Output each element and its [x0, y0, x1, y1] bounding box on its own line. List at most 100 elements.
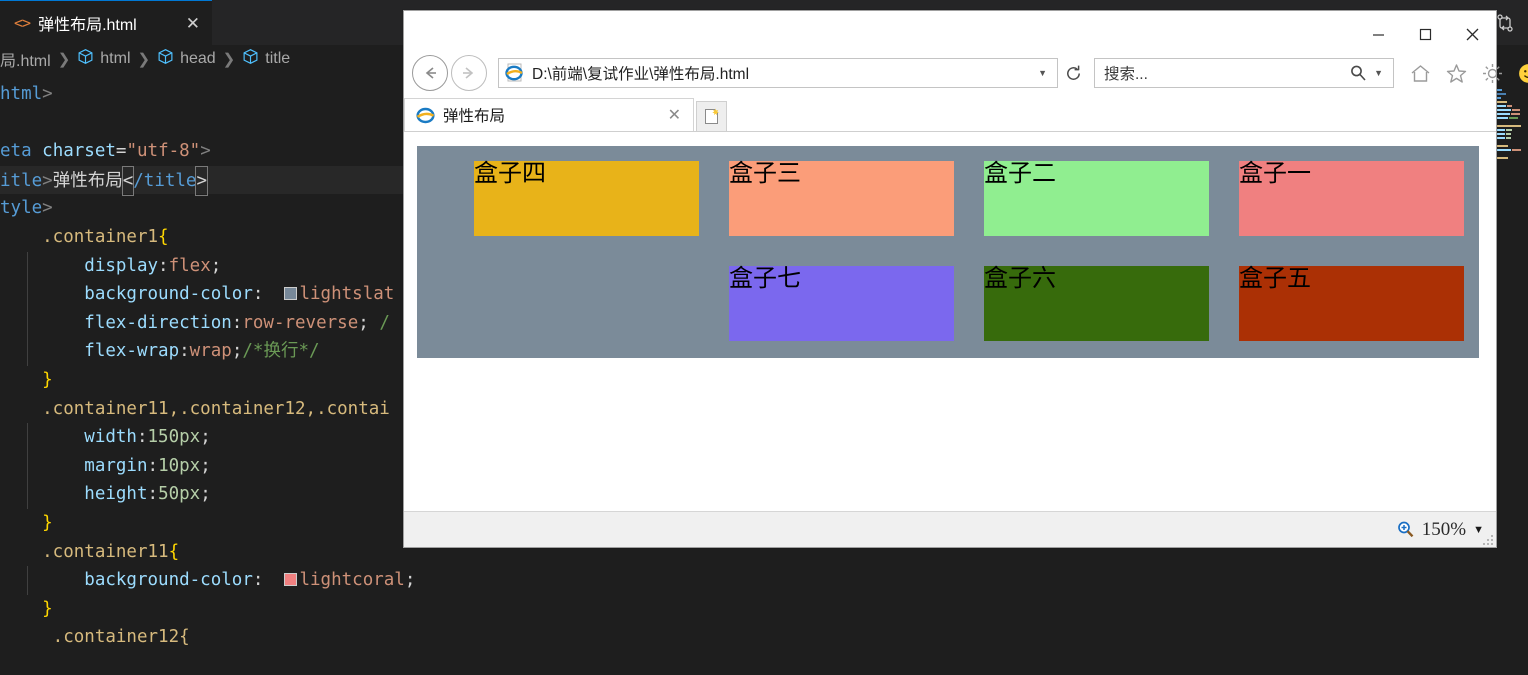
address-value: D:\前端\复试作业\弹性布局.html: [532, 66, 750, 83]
address-bar[interactable]: D:\前端\复试作业\弹性布局.html ▼: [498, 58, 1058, 88]
minimap-segment: [1509, 117, 1518, 119]
flex-box-2: 盒子二: [984, 160, 1209, 236]
code-token: .container11,.container12,.contai: [0, 398, 390, 419]
color-swatch: [284, 573, 298, 587]
minimap-segment: [1506, 137, 1511, 139]
minimap-segment: [1511, 113, 1520, 115]
line-container12-open: .container12{: [0, 623, 1490, 652]
minimap-segment: [1506, 133, 1511, 135]
indent-guide: [27, 423, 28, 452]
code-token: 150px: [147, 427, 201, 448]
code-token: ;: [200, 427, 211, 448]
code-token: flex-direction: [0, 312, 232, 333]
indent-guide: [27, 308, 28, 338]
breadcrumb-label: title: [265, 50, 291, 67]
minimap-segment: [1512, 149, 1521, 151]
back-arrow-icon[interactable]: [412, 55, 448, 91]
minimap-segment: [1497, 109, 1511, 111]
indent-guide: [27, 566, 28, 595]
flex-box-7: 盒子七: [729, 265, 954, 341]
browser-status-bar: 150% ▼: [404, 511, 1496, 547]
code-token: 10px: [158, 455, 201, 476]
code-token: ;: [358, 312, 380, 333]
zoom-level-label: 150%: [1421, 518, 1467, 540]
breadcrumb-item-head[interactable]: head: [157, 48, 216, 70]
browser-navigation-bar: D:\前端\复试作业\弹性布局.html ▼ 搜索... ▼: [404, 49, 1528, 97]
line-bg-lightcoral: background-color: lightcoral;: [0, 566, 1490, 595]
flex-container: 盒子一 盒子二 盒子三 盒子四盒子五 盒子六 盒子七: [417, 146, 1479, 358]
minimap-segment: [1497, 113, 1510, 115]
indent-guide: [27, 251, 28, 281]
minimap-segment: [1495, 125, 1521, 127]
code-token: :: [179, 341, 190, 362]
search-placeholder: 搜索...: [1104, 66, 1148, 83]
breadcrumb-separator-icon: ❯: [57, 51, 71, 68]
flex-box-4: 盒子四: [474, 160, 699, 236]
code-token: >: [42, 84, 53, 104]
breadcrumb-item-html[interactable]: html: [77, 48, 131, 70]
minimap-segment: [1497, 149, 1511, 151]
code-token: ;: [210, 255, 222, 276]
code-token: }: [0, 369, 53, 390]
code-token: row-reverse: [242, 312, 359, 333]
code-token: margin: [0, 455, 148, 476]
minimap-segment: [1497, 137, 1505, 139]
code-token: :: [147, 455, 159, 476]
code-token: height: [0, 484, 148, 505]
breadcrumb-item-file[interactable]: 局.html: [0, 47, 51, 71]
code-token: {: [158, 226, 169, 247]
editor-tab-弹性布局[interactable]: <> 弹性布局.html ✕: [0, 0, 212, 45]
code-token: /*换行*/: [242, 341, 320, 362]
code-token: "utf-8": [126, 141, 201, 162]
browser-tab-strip: 弹性布局 ✕: [404, 97, 1496, 131]
code-token: eta: [0, 141, 43, 162]
code-token: display: [0, 255, 159, 276]
symbol-cube-icon: [77, 48, 94, 70]
forward-arrow-icon[interactable]: [451, 55, 487, 91]
zoom-in-icon[interactable]: [1396, 520, 1415, 539]
code-token: :: [252, 570, 285, 591]
code-token: :: [231, 312, 243, 333]
flex-box-6: 盒子六: [984, 265, 1209, 341]
breadcrumb: 局.html ❯ html ❯ head ❯ title: [0, 45, 290, 73]
code-token: ;: [200, 484, 211, 505]
browser-tab-弹性布局[interactable]: 弹性布局 ✕: [404, 98, 694, 131]
chevron-down-icon[interactable]: ▼: [1038, 68, 1047, 78]
code-token: 50px: [158, 484, 201, 505]
chevron-down-icon[interactable]: ▼: [1374, 68, 1383, 78]
color-swatch: [284, 287, 298, 301]
zoom-control[interactable]: 150% ▼: [1396, 519, 1484, 541]
home-icon[interactable]: [1408, 61, 1432, 85]
code-token: width: [0, 427, 137, 448]
search-input[interactable]: 搜索... ▼: [1094, 58, 1394, 88]
code-token: }: [0, 598, 53, 619]
browser-page-viewport: 盒子一 盒子二 盒子三 盒子四盒子五 盒子六 盒子七: [404, 131, 1496, 528]
search-icon[interactable]: [1348, 63, 1368, 83]
settings-gear-icon[interactable]: [1480, 61, 1504, 85]
code-token: background-color: [0, 570, 253, 591]
symbol-cube-icon: [157, 48, 174, 70]
flex-box-5: 盒子五: [1239, 265, 1464, 341]
minimap-segment: [1506, 129, 1512, 131]
breadcrumb-item-title[interactable]: title: [242, 48, 290, 70]
resize-grip[interactable]: [1481, 533, 1493, 545]
close-icon[interactable]: ✕: [186, 15, 200, 32]
code-token: .container11: [0, 541, 169, 562]
code-token: background-color: [0, 284, 253, 305]
minimap-segment: [1512, 109, 1520, 111]
favorites-star-icon[interactable]: [1444, 61, 1468, 85]
code-token: /: [379, 312, 390, 333]
flex-box-3: 盒子三: [729, 160, 954, 236]
minimap-segment: [1497, 105, 1506, 107]
breadcrumb-label: head: [180, 50, 216, 67]
close-icon[interactable]: ✕: [664, 105, 685, 125]
minimap-segment: [1497, 129, 1505, 131]
new-tab-icon[interactable]: [696, 101, 727, 131]
indent-guide: [27, 451, 28, 481]
breadcrumb-label: 局.html: [0, 53, 51, 70]
flex-box-1: 盒子一: [1239, 160, 1464, 236]
refresh-icon[interactable]: [1060, 58, 1086, 88]
ie-page-icon: [504, 62, 526, 84]
ie-logo-icon: [415, 105, 436, 126]
smiley-feedback-icon[interactable]: [1516, 61, 1528, 85]
